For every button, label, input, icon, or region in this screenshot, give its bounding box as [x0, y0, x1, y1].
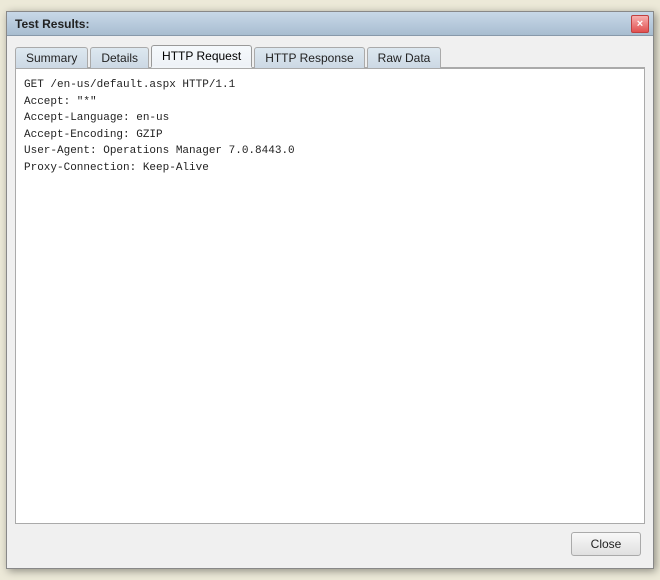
title-bar: Test Results: × — [7, 12, 653, 36]
tab-bar: Summary Details HTTP Request HTTP Respon… — [15, 44, 645, 69]
http-request-text: GET /en-us/default.aspx HTTP/1.1 Accept:… — [24, 77, 636, 176]
tab-summary[interactable]: Summary — [15, 47, 88, 68]
close-button[interactable]: Close — [571, 532, 641, 556]
title-bar-close-button[interactable]: × — [631, 15, 649, 33]
tab-raw-data[interactable]: Raw Data — [367, 47, 442, 68]
http-request-content[interactable]: GET /en-us/default.aspx HTTP/1.1 Accept:… — [15, 69, 645, 524]
dialog-body: Summary Details HTTP Request HTTP Respon… — [7, 36, 653, 568]
tab-http-request[interactable]: HTTP Request — [151, 45, 252, 68]
bottom-bar: Close — [15, 524, 645, 560]
close-x-icon: × — [637, 18, 643, 30]
tab-http-response[interactable]: HTTP Response — [254, 47, 364, 68]
dialog-title: Test Results: — [15, 17, 89, 31]
test-results-dialog: Test Results: × Summary Details HTTP Req… — [6, 11, 654, 569]
content-wrapper: GET /en-us/default.aspx HTTP/1.1 Accept:… — [15, 69, 645, 524]
tab-details[interactable]: Details — [90, 47, 149, 68]
